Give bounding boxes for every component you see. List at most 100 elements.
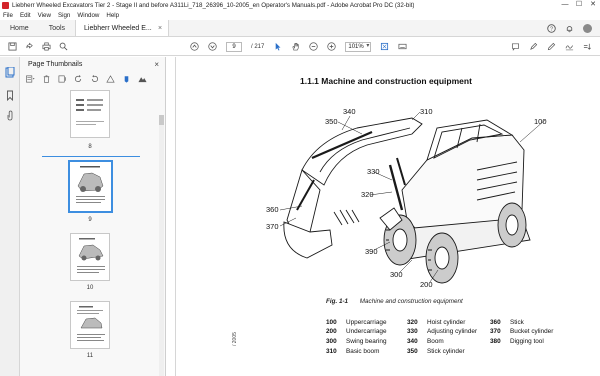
comment-icon[interactable]: [511, 42, 520, 51]
menu-help[interactable]: Help: [106, 12, 119, 19]
minimize-button[interactable]: —: [558, 0, 572, 10]
page-thumbnail-11[interactable]: [70, 301, 110, 349]
bookmarks-icon[interactable]: [5, 90, 15, 101]
thumbnails-scrollbar[interactable]: [159, 115, 164, 376]
bell-icon[interactable]: [565, 24, 574, 33]
tab-document[interactable]: Liebherr Wheeled E... ×: [75, 20, 170, 36]
save-icon[interactable]: [8, 41, 17, 51]
legend-num: 370: [490, 328, 501, 335]
legend-num: 310: [326, 348, 337, 355]
help-icon[interactable]: ?: [547, 23, 556, 33]
callout-200: 200: [420, 280, 433, 289]
fit-page-icon[interactable]: [380, 42, 389, 51]
callout-320: 320: [361, 190, 374, 199]
callout-350: 350: [325, 117, 338, 126]
attachments-icon[interactable]: [5, 110, 15, 121]
zoom-out-icon[interactable]: [309, 42, 318, 51]
tab-tools[interactable]: Tools: [39, 20, 75, 36]
thumbnail-11-preview: [77, 306, 105, 341]
menu-window[interactable]: Window: [77, 12, 99, 19]
thumbnails-title: Page Thumbnails: [28, 61, 83, 68]
edit-thumbnail-icon[interactable]: [122, 75, 131, 83]
callout-370: 370: [266, 222, 279, 231]
options-menu-icon[interactable]: [26, 75, 35, 83]
print-icon[interactable]: [42, 42, 51, 51]
page-thumbnail-8[interactable]: [70, 90, 110, 138]
page-number-input[interactable]: 9: [226, 41, 242, 52]
window-controls: — ☐ ✕: [558, 0, 600, 10]
excavator-drawing: [279, 111, 546, 284]
page-total: / 217: [251, 43, 265, 50]
more-tools-icon[interactable]: [583, 42, 592, 51]
tab-bar: Home Tools Liebherr Wheeled E... × ?: [0, 20, 600, 37]
thumbnails-header: Page Thumbnails ×: [20, 57, 165, 72]
legend-text: Adjusting cylinder: [427, 328, 478, 335]
legend-text: Undercarriage: [346, 328, 387, 335]
callout-340: 340: [343, 107, 356, 116]
rotate-cw-icon[interactable]: [90, 75, 99, 83]
legend-num: 200: [326, 328, 337, 335]
thumbnail-label-10: 10: [86, 285, 94, 291]
keyboard-icon[interactable]: [398, 42, 407, 51]
title-bar: Liebherr Wheeled Excavators Tier 2 - Sta…: [0, 0, 600, 10]
close-panel-icon[interactable]: ×: [154, 60, 159, 69]
thumbnail-label-11: 11: [86, 353, 94, 359]
legend-num: 360: [490, 319, 501, 326]
rotate-ccw-icon[interactable]: [74, 75, 83, 83]
callout-330: 330: [367, 167, 380, 176]
bucket-cylinder: [296, 179, 315, 211]
legend-item-360: 360 Stick: [490, 319, 524, 326]
mountain-image-icon[interactable]: [138, 75, 147, 83]
legend-text: Uppercarriage: [346, 319, 387, 326]
legend-num: 340: [407, 338, 418, 345]
legend-item-320: 320 Hoist cylinder: [407, 319, 465, 326]
draw-pencil-icon[interactable]: [547, 42, 556, 51]
next-page-icon[interactable]: [208, 42, 217, 51]
search-icon[interactable]: [59, 42, 68, 51]
figure-caption-text: Machine and construction equipment: [359, 298, 463, 305]
select-cursor-icon[interactable]: [273, 42, 282, 51]
menu-bar: File Edit View Sign Window Help: [0, 10, 600, 20]
tab-close-icon[interactable]: ×: [158, 25, 162, 32]
legend-item-200: 200 Undercarriage: [326, 328, 387, 335]
delete-page-icon[interactable]: [42, 75, 51, 83]
thumbnail-label-8: 8: [88, 144, 92, 150]
window-title: Liebherr Wheeled Excavators Tier 2 - Sta…: [12, 1, 415, 9]
thumbnail-9-preview: [76, 166, 105, 203]
page-properties-icon[interactable]: [106, 75, 115, 83]
callout-100: 100: [534, 117, 547, 126]
page-thumbnail-10[interactable]: [70, 233, 110, 281]
sign-icon[interactable]: [565, 42, 574, 51]
menu-sign[interactable]: Sign: [58, 12, 70, 19]
hand-tool-icon[interactable]: [291, 42, 300, 51]
thumbnails-scroll-thumb[interactable]: [159, 115, 164, 125]
menu-view[interactable]: View: [38, 12, 51, 19]
maximize-button[interactable]: ☐: [572, 0, 586, 10]
legend-item-100: 100 Uppercarriage: [326, 319, 387, 326]
thumbnail-label-9: 9: [88, 217, 92, 223]
zoom-in-icon[interactable]: [327, 42, 336, 51]
callout-310: 310: [420, 107, 433, 116]
tab-document-label: Liebherr Wheeled E...: [84, 24, 152, 32]
zoom-level-select[interactable]: 101%: [345, 41, 372, 52]
boom-outline: [301, 117, 423, 186]
tabbar-right-icons: ?: [547, 20, 600, 36]
previous-page-icon[interactable]: [190, 42, 199, 51]
menu-file[interactable]: File: [3, 12, 13, 19]
account-avatar-icon[interactable]: [583, 23, 592, 33]
figure-caption: Fig. 1-1 Machine and construction equipm…: [326, 298, 463, 305]
share-icon[interactable]: [25, 42, 34, 51]
legend-num: 300: [326, 338, 337, 345]
page-thumbnail-9-selected[interactable]: [68, 160, 113, 213]
menu-edit[interactable]: Edit: [20, 12, 31, 19]
legend-num: 350: [407, 348, 418, 355]
page-thumbnails-panel: Page Thumbnails × 8 9 10 11: [20, 57, 166, 376]
tab-home[interactable]: Home: [0, 20, 39, 36]
close-window-button[interactable]: ✕: [586, 0, 600, 10]
legend-text: Bucket cylinder: [510, 328, 554, 335]
insert-page-icon[interactable]: [58, 75, 67, 83]
legend-num: 330: [407, 328, 418, 335]
highlight-pen-icon[interactable]: [529, 42, 538, 51]
page-thumbnails-icon[interactable]: [5, 67, 15, 78]
legend-text: Stick: [510, 319, 524, 326]
